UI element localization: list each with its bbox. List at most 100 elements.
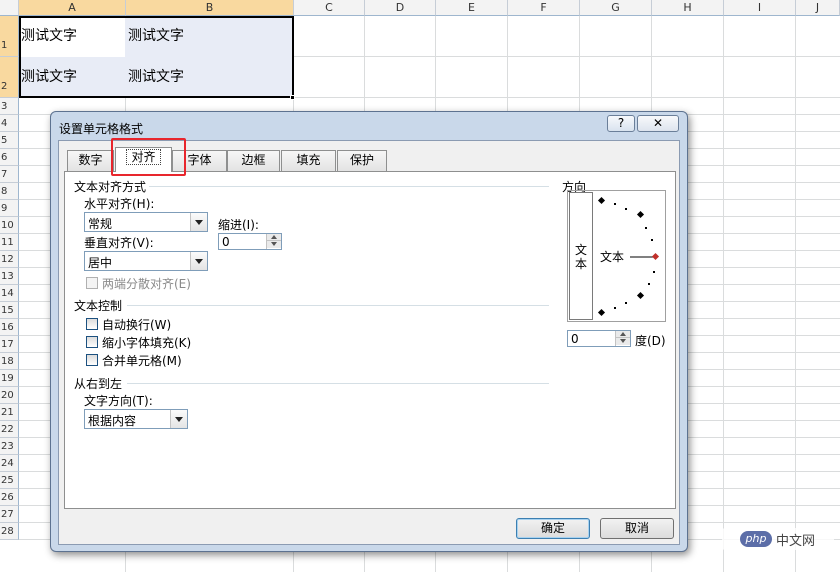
spin-down-icon[interactable] — [267, 241, 281, 248]
horizontal-align-select[interactable]: 常规 — [84, 212, 208, 232]
column-header-d[interactable]: D — [365, 0, 436, 16]
tab-font-label: 字体 — [187, 153, 212, 167]
chevron-down-icon[interactable] — [190, 213, 207, 231]
vertical-align-label: 垂直对齐(V): — [84, 236, 154, 250]
dial-handle-icon[interactable] — [651, 252, 660, 261]
rtl-group-label: 从右到左 — [74, 377, 123, 391]
spin-up-icon[interactable] — [616, 331, 630, 338]
php-logo: php — [740, 531, 772, 547]
row-header-13[interactable]: 13 — [0, 268, 19, 285]
watermark-text: 中文网 — [776, 534, 816, 549]
close-icon: ✕ — [652, 116, 664, 130]
highlight-annotation — [111, 138, 186, 176]
row-header-3[interactable]: 3 — [0, 98, 19, 115]
row-header-2[interactable]: 2 — [0, 57, 19, 98]
spin-down-icon[interactable] — [616, 338, 630, 345]
row-header-18[interactable]: 18 — [0, 353, 19, 370]
shrink-to-fit-label: 缩小字体填充(K) — [102, 336, 192, 350]
column-header-c[interactable]: C — [294, 0, 365, 16]
distributed-checkbox[interactable] — [86, 277, 98, 289]
fill-handle[interactable] — [290, 95, 295, 100]
watermark: php 中文网 — [722, 528, 834, 550]
row-header-6[interactable]: 6 — [0, 149, 19, 166]
column-gridline — [723, 16, 724, 572]
text-direction-label: 文字方向(T): — [84, 394, 153, 408]
row-header-22[interactable]: 22 — [0, 421, 19, 438]
row-header-26[interactable]: 26 — [0, 489, 19, 506]
text-control-group-label: 文本控制 — [74, 299, 123, 313]
row-header-9[interactable]: 9 — [0, 200, 19, 217]
column-header-a[interactable]: A — [19, 0, 126, 16]
column-header-e[interactable]: E — [436, 0, 508, 16]
cancel-button[interactable]: 取消 — [600, 518, 674, 539]
degrees-spin-buttons[interactable] — [615, 331, 630, 346]
group-divider — [127, 305, 549, 306]
help-icon: ? — [617, 116, 625, 130]
row-header-16[interactable]: 16 — [0, 319, 19, 336]
row-header-4[interactable]: 4 — [0, 115, 19, 132]
row-header-7[interactable]: 7 — [0, 166, 19, 183]
row-header-11[interactable]: 11 — [0, 234, 19, 251]
row-header-8[interactable]: 8 — [0, 183, 19, 200]
row-header-15[interactable]: 15 — [0, 302, 19, 319]
chevron-down-icon[interactable] — [190, 252, 207, 270]
indent-value: 0 — [222, 235, 230, 249]
column-header-j[interactable]: J — [796, 0, 840, 16]
merge-cells-label: 合并单元格(M) — [102, 354, 182, 368]
column-header-b[interactable]: B — [126, 0, 294, 16]
vertical-align-select[interactable]: 居中 — [84, 251, 208, 271]
close-button[interactable]: ✕ — [637, 115, 679, 132]
ok-button[interactable]: 确定 — [516, 518, 590, 539]
indent-spin-buttons[interactable] — [266, 234, 281, 249]
tab-number[interactable]: 数字 — [67, 150, 114, 171]
spin-up-icon[interactable] — [267, 234, 281, 241]
merge-cells-checkbox[interactable] — [86, 354, 98, 366]
format-cells-dialog: 设置单元格格式 ? ✕ 数字 对齐 字体 边框 填充 保护 文本对齐方式 水平对… — [50, 111, 688, 552]
vertical-align-value: 居中 — [88, 256, 113, 270]
tab-protection[interactable]: 保护 — [337, 150, 387, 171]
column-header-f[interactable]: F — [508, 0, 580, 16]
row-header-12[interactable]: 12 — [0, 251, 19, 268]
group-divider — [149, 186, 549, 187]
row-header-20[interactable]: 20 — [0, 387, 19, 404]
column-header-g[interactable]: G — [580, 0, 652, 16]
tab-border[interactable]: 边框 — [227, 150, 280, 171]
vertical-text-toggle[interactable]: 文本 — [569, 192, 593, 320]
row-header-14[interactable]: 14 — [0, 285, 19, 302]
selection-border — [19, 16, 294, 98]
tab-fill[interactable]: 填充 — [281, 150, 336, 171]
row-header-5[interactable]: 5 — [0, 132, 19, 149]
column-header-h[interactable]: H — [652, 0, 724, 16]
tab-border-label: 边框 — [241, 153, 266, 167]
wrap-text-checkbox[interactable] — [86, 318, 98, 330]
tab-fill-label: 填充 — [296, 153, 321, 167]
group-divider — [127, 383, 549, 384]
row-header-27[interactable]: 27 — [0, 506, 19, 523]
row-header-17[interactable]: 17 — [0, 336, 19, 353]
orientation-box[interactable]: 文本 文本 — [567, 190, 666, 322]
indent-spinner[interactable]: 0 — [218, 233, 282, 250]
column-header-i[interactable]: I — [724, 0, 796, 16]
select-all-corner[interactable] — [0, 0, 19, 16]
row-header-19[interactable]: 19 — [0, 370, 19, 387]
alignment-panel: 文本对齐方式 水平对齐(H): 常规 缩进(I): 0 垂直对齐(V): 居中 — [64, 171, 676, 509]
help-button[interactable]: ? — [607, 115, 635, 132]
degrees-spinner[interactable]: 0 — [567, 330, 631, 347]
column-gridline — [795, 16, 796, 572]
text-direction-value: 根据内容 — [88, 414, 137, 428]
row-header-21[interactable]: 21 — [0, 404, 19, 421]
degrees-value: 0 — [571, 332, 579, 346]
orientation-dial[interactable]: 文本 — [596, 192, 664, 320]
row-header-25[interactable]: 25 — [0, 472, 19, 489]
wrap-text-label: 自动换行(W) — [102, 318, 172, 332]
chevron-down-icon[interactable] — [170, 410, 187, 428]
row-header-28[interactable]: 28 — [0, 523, 19, 540]
shrink-to-fit-checkbox[interactable] — [86, 336, 98, 348]
indent-label: 缩进(I): — [218, 218, 259, 232]
row-header-10[interactable]: 10 — [0, 217, 19, 234]
row-header-24[interactable]: 24 — [0, 455, 19, 472]
row-header-23[interactable]: 23 — [0, 438, 19, 455]
text-direction-select[interactable]: 根据内容 — [84, 409, 188, 429]
row-header-1[interactable]: 1 — [0, 16, 19, 57]
dialog-titlebar[interactable]: 设置单元格格式 ? ✕ — [51, 112, 687, 140]
